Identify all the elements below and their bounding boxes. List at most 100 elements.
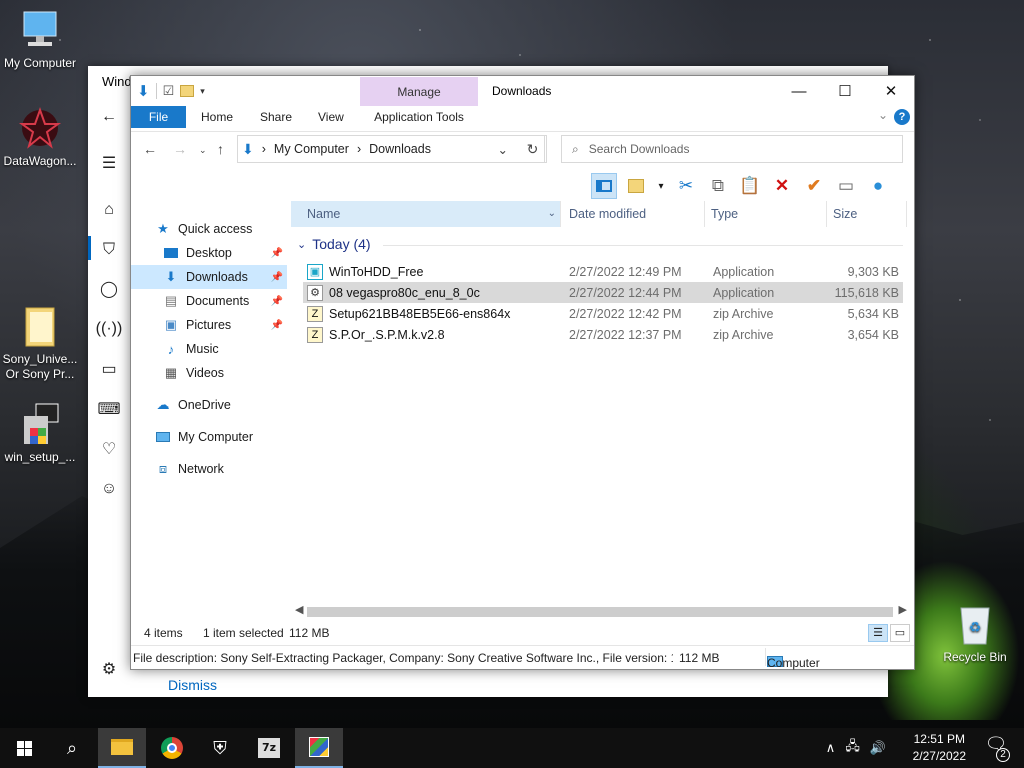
nav-label: Music <box>186 342 219 356</box>
taskbar-installer[interactable] <box>295 728 343 768</box>
desktop-icon-my-computer[interactable]: My Computer <box>0 8 80 71</box>
up-button[interactable]: ↑ <box>217 141 224 157</box>
nav-onedrive[interactable]: ☁ OneDrive <box>131 393 287 417</box>
desktop-icon-datawagon[interactable]: DataWagon... <box>0 106 80 169</box>
nav-item-pictures[interactable]: ▣ Pictures 📌 <box>131 313 287 337</box>
folder-options-icon[interactable] <box>623 173 649 199</box>
file-size: 5,634 KB <box>847 306 899 321</box>
search-button[interactable]: ⌕ <box>48 728 96 768</box>
file-list: Name ⌄ Date modified Type Size ⌄ Today (… <box>291 201 911 606</box>
minimize-button[interactable]: — <box>776 76 822 106</box>
copy-icon[interactable]: ⧉ <box>705 173 731 199</box>
scrollbar-thumb[interactable] <box>307 607 893 617</box>
address-dropdown-chevron-icon[interactable]: ⌄ <box>498 142 508 157</box>
clock[interactable]: 12:51 PM 2/27/2022 <box>913 731 966 765</box>
nav-item-videos[interactable]: ▦ Videos <box>131 361 287 385</box>
desktop-icon-sony-folder[interactable]: Sony_Unive... Or Sony Pr... <box>0 304 80 382</box>
cut-icon[interactable]: ✂ <box>673 173 699 199</box>
person-icon[interactable]: ◯ <box>88 274 130 304</box>
breadcrumb-my-computer[interactable]: My Computer <box>274 142 349 156</box>
details-view-icon[interactable]: ☰ <box>868 624 888 642</box>
heart-icon[interactable]: ♡ <box>88 434 130 464</box>
tab-application-tools[interactable]: Application Tools <box>360 106 478 128</box>
nav-my-computer[interactable]: My Computer <box>131 425 287 449</box>
search-icon: ⌕ <box>66 737 78 758</box>
search-input[interactable]: ⌕ Search Downloads <box>561 135 903 163</box>
app-window-icon[interactable]: ▭ <box>88 354 130 384</box>
home-icon[interactable]: ⌂ <box>88 195 130 225</box>
forward-button[interactable]: → <box>173 141 187 157</box>
taskbar-7zip[interactable]: 7z <box>245 728 293 768</box>
shield-icon[interactable]: ⛉ <box>88 235 130 265</box>
nav-item-desktop[interactable]: Desktop 📌 <box>131 241 287 265</box>
preview-pane-icon[interactable] <box>591 173 617 199</box>
file-row[interactable]: ▣ WinToHDD_Free 2/27/2022 12:49 PM Appli… <box>303 261 903 282</box>
recycle-bin-icon: ♻ <box>953 602 997 646</box>
scroll-right-arrow-icon[interactable]: ▶ <box>899 603 907 616</box>
column-header-name[interactable]: Name ⌄ <box>291 201 561 227</box>
rename-icon[interactable]: ▭ <box>833 173 859 199</box>
volume-icon[interactable]: 🔊 <box>870 740 886 756</box>
horizontal-scrollbar[interactable]: ◀ ▶ <box>291 603 911 620</box>
help-button[interactable]: ? <box>894 109 910 125</box>
properties-icon[interactable]: ☑ <box>163 83 175 99</box>
tab-view[interactable]: View <box>304 106 358 128</box>
large-icons-view-icon[interactable]: ▭ <box>890 624 910 642</box>
folder-options-chevron-icon[interactable]: ▾ <box>655 173 667 199</box>
manage-context-tab[interactable]: Manage <box>360 77 478 106</box>
back-arrow-icon[interactable]: ← <box>88 102 130 132</box>
nav-item-music[interactable]: ♪ Music <box>131 337 287 361</box>
paste-icon[interactable]: 📋 <box>737 173 763 199</box>
column-header-date-modified[interactable]: Date modified <box>561 201 705 227</box>
new-folder-icon[interactable] <box>180 85 195 97</box>
close-button[interactable]: ✕ <box>868 76 914 106</box>
dismiss-link[interactable]: Dismiss <box>168 677 217 693</box>
notification-center-button[interactable]: 🗨 2 <box>976 734 1016 764</box>
desktop-icon-win-setup[interactable]: win_setup_... <box>0 402 80 465</box>
file-row[interactable]: Z Setup621BB48EB5E66-ens864x 2/27/2022 1… <box>303 303 903 324</box>
column-header-type[interactable]: Type <box>705 201 827 227</box>
file-size: 3,654 KB <box>847 327 899 342</box>
file-row-selected[interactable]: ⚙ 08 vegaspro80c_enu_8_0c 2/27/2022 12:4… <box>303 282 903 303</box>
delete-icon[interactable]: ✕ <box>769 173 795 199</box>
address-input[interactable]: ⬇ › My Computer › Downloads ⌄ <box>237 135 545 163</box>
nav-network[interactable]: ⧈ Network <box>131 457 287 481</box>
title-bar[interactable]: ⬇ ☑ ▾ Manage Downloads — ☐ ✕ <box>131 76 914 106</box>
file-row[interactable]: Z S.P.Or_.S.P.M.k.v2.8 2/27/2022 12:37 P… <box>303 324 903 345</box>
maximize-button[interactable]: ☐ <box>822 76 868 106</box>
start-button[interactable] <box>0 728 48 768</box>
back-button[interactable]: ← <box>143 141 157 157</box>
tab-share[interactable]: Share <box>246 106 306 128</box>
family-icon[interactable]: ☺ <box>88 474 130 504</box>
ribbon-collapse-chevron-icon[interactable]: ⌄ <box>878 108 888 122</box>
chevron-up-icon[interactable]: ∧ <box>826 740 836 756</box>
address-separator: › <box>261 142 266 156</box>
laptop-icon[interactable]: ⌨ <box>88 394 130 424</box>
column-header-size[interactable]: Size <box>827 201 907 227</box>
nav-item-documents[interactable]: ▤ Documents 📌 <box>131 289 287 313</box>
refresh-button[interactable]: ↻ <box>519 135 547 163</box>
nav-quick-access[interactable]: ★ Quick access <box>131 217 287 241</box>
group-divider <box>383 245 903 246</box>
globe-icon[interactable]: ● <box>865 173 891 199</box>
file-type: Application <box>713 285 775 300</box>
nav-item-downloads[interactable]: ⬇ Downloads 📌 <box>131 265 287 289</box>
customize-qa-chevron-icon[interactable]: ▾ <box>200 86 205 97</box>
tab-file[interactable]: File <box>131 106 186 128</box>
tab-home[interactable]: Home <box>187 106 247 128</box>
taskbar-file-explorer[interactable] <box>98 728 146 768</box>
network-icon[interactable]: 🖧 <box>845 737 860 759</box>
scroll-left-arrow-icon[interactable]: ◀ <box>295 603 303 616</box>
gear-icon[interactable]: ⚙ <box>88 654 130 684</box>
taskbar-chrome[interactable] <box>148 728 196 768</box>
wireless-icon[interactable]: ((·)) <box>88 314 130 344</box>
computer-icon <box>155 429 171 445</box>
group-label: Today (4) <box>312 236 371 252</box>
group-header-today[interactable]: ⌄ Today (4) <box>297 236 371 252</box>
desktop-icon-recycle-bin[interactable]: ♻ Recycle Bin <box>935 602 1015 665</box>
checkmark-icon[interactable]: ✔ <box>801 173 827 199</box>
recent-locations-chevron-icon[interactable]: ⌄ <box>199 145 207 156</box>
hamburger-menu-icon[interactable]: ☰ <box>88 148 130 178</box>
breadcrumb-downloads[interactable]: Downloads <box>369 142 431 156</box>
taskbar-security[interactable]: ⛨ <box>196 728 244 768</box>
